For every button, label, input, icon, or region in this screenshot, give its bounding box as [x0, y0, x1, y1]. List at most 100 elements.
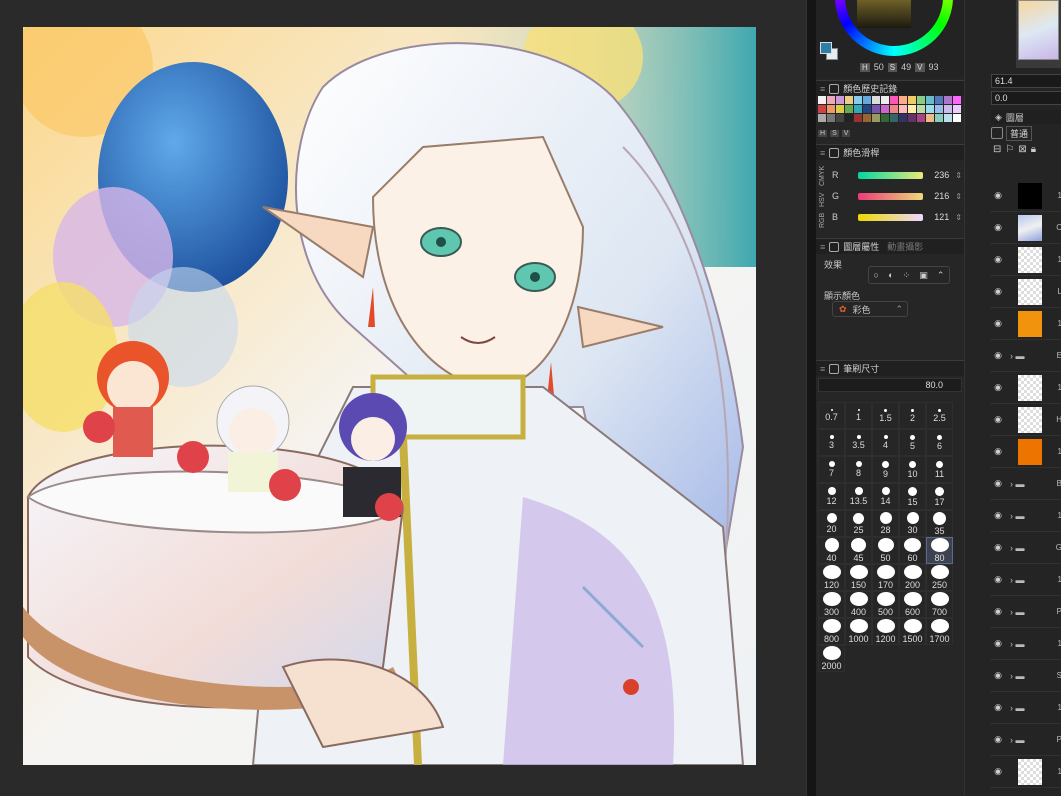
eye-icon[interactable]: ◉	[990, 670, 1006, 681]
eye-icon[interactable]: ◉	[990, 318, 1006, 329]
history-swatch[interactable]	[944, 96, 952, 104]
menu-icon[interactable]: ≡	[820, 148, 825, 158]
history-swatch[interactable]	[818, 96, 826, 104]
spin-icon[interactable]: ⇕	[955, 192, 962, 201]
brush-size-option[interactable]: 20	[818, 510, 845, 537]
menu-icon[interactable]: ≡	[820, 364, 825, 374]
brush-size-option[interactable]: 800	[818, 618, 845, 645]
history-swatch[interactable]	[881, 114, 889, 122]
history-swatch[interactable]	[836, 114, 844, 122]
history-swatch[interactable]	[881, 96, 889, 104]
brush-size-option[interactable]: 17	[926, 483, 953, 510]
history-swatch[interactable]	[863, 105, 871, 113]
history-swatch[interactable]	[935, 105, 943, 113]
brush-size-option[interactable]: 35	[926, 510, 953, 537]
brush-size-option[interactable]: 400	[845, 591, 872, 618]
slider-b-bar[interactable]	[858, 213, 923, 221]
eye-icon[interactable]: ◉	[990, 574, 1006, 585]
folder-icon[interactable]: › ▬	[1010, 607, 1025, 617]
panel-splitter[interactable]	[806, 0, 816, 796]
eye-icon[interactable]: ◉	[990, 190, 1006, 201]
eye-icon[interactable]: ◉	[990, 446, 1006, 457]
folder-icon[interactable]: › ▬	[1010, 735, 1025, 745]
brush-size-option[interactable]: 1	[845, 402, 872, 429]
layer-row[interactable]: ◉ 1	[990, 436, 1061, 468]
layers-panel-header[interactable]: ◈ 圖層	[991, 110, 1061, 124]
brush-size-option[interactable]: 600	[899, 591, 926, 618]
history-swatch[interactable]	[944, 105, 952, 113]
slider-r-value[interactable]: 236	[923, 170, 949, 180]
layer-row[interactable]: ◉ › ▬ 1	[990, 628, 1061, 660]
history-mode-v[interactable]: V	[841, 130, 851, 137]
spin-icon[interactable]: ⇕	[955, 213, 962, 222]
brush-size-option[interactable]: 25	[845, 510, 872, 537]
folder-icon[interactable]: › ▬	[1010, 703, 1025, 713]
folder-icon[interactable]: › ▬	[1010, 639, 1025, 649]
folder-icon[interactable]: › ▬	[1010, 543, 1025, 553]
brush-size-option[interactable]: 2000	[818, 645, 845, 672]
brush-size-option[interactable]: 60	[899, 537, 926, 564]
layer-row[interactable]: ◉ 1	[990, 180, 1061, 212]
layer-prop-title[interactable]: 圖層屬性	[843, 240, 879, 253]
clip-icon[interactable]: ⊟	[993, 144, 1001, 176]
slider-g-bar[interactable]	[858, 192, 923, 200]
zoom-field[interactable]: 61.4	[991, 74, 1061, 88]
slider-b-value[interactable]: 121	[923, 212, 949, 222]
brush-size-option[interactable]: 2.5	[926, 402, 953, 429]
history-swatch[interactable]	[908, 114, 916, 122]
brush-size-option[interactable]: 6	[926, 429, 953, 456]
effect-buttons[interactable]: ○ ◐ ⁘ ▣ ⌃	[868, 266, 950, 284]
brush-size-option[interactable]: 10	[899, 456, 926, 483]
history-swatch[interactable]	[926, 105, 934, 113]
circle-icon[interactable]: ○	[874, 270, 879, 280]
history-swatch[interactable]	[944, 114, 952, 122]
history-swatch[interactable]	[908, 105, 916, 113]
brush-size-option[interactable]: 15	[899, 483, 926, 510]
dots-icon[interactable]: ⁘	[903, 270, 911, 281]
brush-size-option[interactable]: 11	[926, 456, 953, 483]
history-swatch[interactable]	[935, 114, 943, 122]
history-swatch[interactable]	[818, 105, 826, 113]
eye-icon[interactable]: ◉	[990, 766, 1006, 777]
history-swatch[interactable]	[926, 96, 934, 104]
brush-size-option[interactable]: 4	[872, 429, 899, 456]
folder-icon[interactable]: › ▬	[1010, 671, 1025, 681]
slider-g[interactable]: G 216 ⇕	[820, 189, 962, 203]
layer-row[interactable]: ◉ › ▬ G	[990, 532, 1061, 564]
history-swatch[interactable]	[872, 96, 880, 104]
history-swatch[interactable]	[845, 114, 853, 122]
history-swatch[interactable]	[908, 96, 916, 104]
eye-icon[interactable]: ◉	[990, 286, 1006, 297]
layer-row[interactable]: ◉ › ▬ 1	[990, 692, 1061, 724]
sliders-panel-header[interactable]: ≡ 顏色滑桿	[816, 144, 964, 160]
chevron-icon[interactable]: ⌃	[937, 270, 945, 281]
history-swatch[interactable]	[953, 105, 961, 113]
layer-row[interactable]: ◉ H	[990, 404, 1061, 436]
eye-icon[interactable]: ◉	[990, 702, 1006, 713]
history-swatch[interactable]	[845, 105, 853, 113]
brush-size-option[interactable]: 14	[872, 483, 899, 510]
layer-row[interactable]: ◉ C	[990, 212, 1061, 244]
navigator-thumbnail[interactable]	[1016, 0, 1061, 68]
animation-tab[interactable]: 動畫攝影	[887, 240, 923, 253]
history-swatch[interactable]	[890, 114, 898, 122]
brush-size-option[interactable]: 250	[926, 564, 953, 591]
brush-size-option[interactable]: 3	[818, 429, 845, 456]
menu-icon[interactable]: ≡	[820, 84, 825, 94]
slider-b[interactable]: B 121 ⇕	[820, 210, 962, 224]
eye-icon[interactable]: ◉	[990, 606, 1006, 617]
folder-icon[interactable]: › ▬	[1010, 575, 1025, 585]
history-swatch[interactable]	[926, 114, 934, 122]
layer-row[interactable]: ◉ › ▬ E	[990, 340, 1061, 372]
display-color-select[interactable]: ✿ 彩色 ⌃	[832, 301, 908, 317]
eye-icon[interactable]: ◉	[990, 734, 1006, 745]
eye-icon[interactable]: ◉	[990, 382, 1006, 393]
eye-icon[interactable]: ◉	[990, 478, 1006, 489]
history-swatch[interactable]	[854, 114, 862, 122]
brush-size-field[interactable]: 80.0	[818, 378, 962, 392]
brush-size-option[interactable]: 40	[818, 537, 845, 564]
layer-row[interactable]: ◉ › ▬ S	[990, 660, 1061, 692]
color-square[interactable]	[857, 0, 911, 28]
brush-size-option[interactable]: 28	[872, 510, 899, 537]
history-swatch[interactable]	[863, 96, 871, 104]
